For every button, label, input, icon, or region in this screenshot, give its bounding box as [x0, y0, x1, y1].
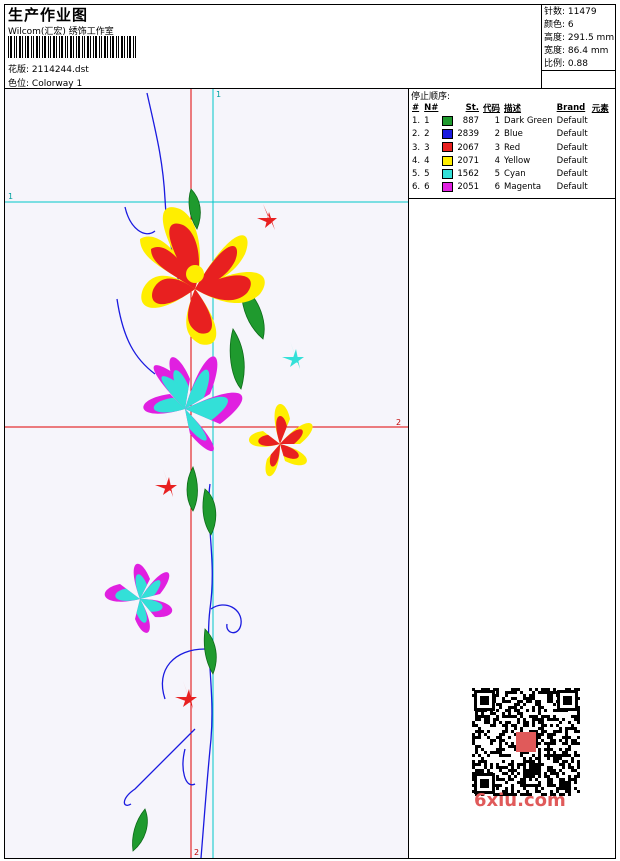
stat-stitches: 针数: 11479 — [544, 7, 597, 17]
cell-desc: Yellow — [504, 155, 531, 166]
cyan-sprig — [282, 341, 304, 369]
red-yellow-flower-right — [248, 404, 313, 477]
cell-st: 2839 — [457, 129, 480, 140]
guide-label-left: 1 — [8, 192, 13, 201]
cell-st: 2071 — [457, 155, 480, 166]
page-title: 生产作业图 — [8, 6, 89, 24]
cell-n: 2 — [424, 129, 430, 140]
stats-block: 针数: 11479 颜色: 6 高度: 291.5 mm 宽度: 86.4 mm… — [544, 6, 614, 71]
table-header: # N# St. 代码 描述 Brand 元素 — [412, 102, 609, 114]
cell-element — [590, 154, 611, 167]
magenta-cyan-flower-middle — [143, 356, 243, 452]
table-row[interactable]: 5. 5 1562 5 Cyan Default — [410, 167, 611, 180]
stems — [116, 92, 242, 858]
cell-code: 5 — [494, 169, 501, 180]
cell-num: 3. — [412, 142, 421, 153]
design-label: 花版: — [8, 65, 30, 75]
cell-n: 3 — [424, 142, 430, 153]
cell-st: 2051 — [457, 182, 480, 193]
table-row[interactable]: 1. 1 887 1 Dark Green Default — [410, 114, 611, 127]
color-swatch-box — [442, 155, 454, 166]
cell-brand: Default — [556, 115, 588, 126]
qr-code-icon — [472, 688, 580, 796]
cell-code: 3 — [494, 142, 501, 153]
cell-n: 4 — [424, 155, 430, 166]
embroidery-design: 1 1 2 2 — [5, 89, 408, 858]
cell-element — [590, 128, 611, 141]
table-row[interactable]: 2. 2 2839 2 Blue Default — [410, 128, 611, 141]
barcode — [8, 36, 136, 58]
cell-brand: Default — [556, 155, 588, 166]
cell-desc: Cyan — [504, 169, 526, 180]
design-value: 2114244.dst — [31, 65, 89, 75]
cell-num: 2. — [412, 129, 421, 140]
watermark-logo: 6xiu.com — [474, 790, 566, 811]
cell-code: 1 — [494, 115, 501, 126]
cell-element — [590, 141, 611, 154]
cell-brand: Default — [556, 169, 588, 180]
cell-code: 6 — [494, 182, 501, 193]
guide-label-bottom: 2 — [194, 848, 199, 857]
cell-desc: Magenta — [504, 182, 542, 193]
color-swatch — [440, 154, 455, 167]
cell-n: 6 — [424, 182, 430, 193]
cell-st: 887 — [462, 115, 480, 126]
stop-sequence-table: # N# St. 代码 描述 Brand 元素 1. 1 887 1 Dark Gree… — [410, 101, 611, 194]
table-row[interactable]: 4. 4 2071 4 Yellow Default — [410, 154, 611, 167]
colorway-value: Colorway 1 — [31, 79, 83, 89]
cell-num: 1. — [412, 115, 421, 126]
color-swatch — [440, 128, 455, 141]
cell-brand: Default — [556, 129, 588, 140]
cell-num: 6. — [412, 182, 421, 193]
embroidery-canvas[interactable]: 1 1 2 2 — [5, 89, 408, 858]
cell-element — [590, 181, 611, 194]
color-swatch-box — [442, 128, 454, 139]
stat-height: 高度: 291.5 mm — [544, 33, 615, 43]
red-yellow-flower-top — [140, 207, 265, 345]
magenta-cyan-flower-bottom — [104, 563, 173, 633]
cell-element — [590, 114, 611, 127]
cell-num: 5. — [412, 169, 421, 180]
table-row[interactable]: 6. 6 2051 6 Magenta Default — [410, 181, 611, 194]
color-swatch — [440, 181, 455, 194]
guide-label-right: 2 — [396, 418, 401, 427]
color-swatch — [440, 141, 455, 154]
color-swatch — [440, 167, 455, 180]
colorway-label: 色位: — [8, 79, 30, 89]
guide-label-top: 1 — [216, 90, 221, 99]
panel-divider — [408, 88, 409, 859]
cell-brand: Default — [556, 182, 588, 193]
cell-code: 4 — [494, 155, 501, 166]
cell-desc: Red — [504, 142, 521, 153]
cell-brand: Default — [556, 142, 588, 153]
cell-desc: Blue — [504, 129, 523, 140]
table-bottom-divider — [408, 198, 616, 199]
color-swatch — [440, 114, 455, 127]
colorway-info: 色位: Colorway 1 — [8, 76, 82, 89]
cell-n: 1 — [424, 115, 430, 126]
cell-st: 2067 — [457, 142, 480, 153]
design-info: 花版: 2114244.dst — [8, 62, 89, 75]
stat-colors: 颜色: 6 — [544, 20, 574, 30]
color-swatch-box — [442, 115, 454, 126]
cell-desc: Dark Green — [504, 115, 553, 126]
cell-n: 5 — [424, 169, 430, 180]
cell-num: 4. — [412, 155, 421, 166]
cell-st: 1562 — [457, 169, 480, 180]
table-row[interactable]: 3. 3 2067 3 Red Default — [410, 141, 611, 154]
stat-scale: 比例: 0.88 — [544, 59, 588, 69]
color-swatch-box — [442, 168, 454, 179]
stats-divider — [541, 4, 542, 88]
cell-element — [590, 167, 611, 180]
cell-code: 2 — [494, 129, 501, 140]
color-swatch-box — [442, 142, 454, 153]
stat-width: 宽度: 86.4 mm — [544, 46, 609, 56]
color-swatch-box — [442, 182, 454, 193]
